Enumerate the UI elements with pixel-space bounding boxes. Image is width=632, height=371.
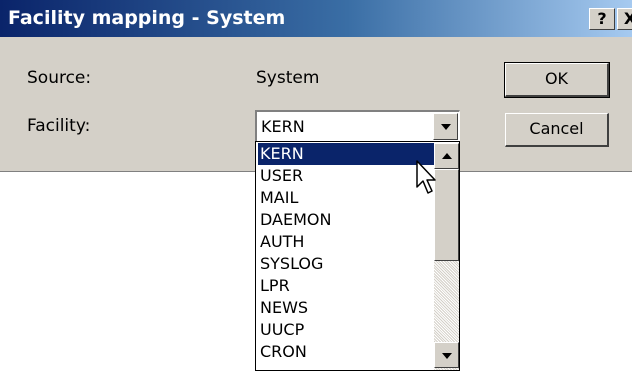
help-button[interactable]: ?: [589, 8, 615, 30]
chevron-down-icon: [441, 124, 451, 130]
list-item-kern[interactable]: KERN: [258, 143, 434, 165]
list-item-auth[interactable]: AUTH: [258, 231, 434, 253]
list-item-mail[interactable]: MAIL: [258, 187, 434, 209]
chevron-up-icon: [442, 153, 452, 159]
facility-combobox[interactable]: KERN: [255, 110, 460, 142]
list-item-news[interactable]: NEWS: [258, 297, 434, 319]
list-item-lpr[interactable]: LPR: [258, 275, 434, 297]
facility-combobox-value: KERN: [261, 117, 305, 136]
source-label: Source:: [27, 68, 92, 88]
list-item-user[interactable]: USER: [258, 165, 434, 187]
ok-button[interactable]: OK: [504, 62, 610, 98]
list-item-syslog[interactable]: SYSLOG: [258, 253, 434, 275]
cancel-button[interactable]: Cancel: [505, 113, 609, 147]
list-item-uucp[interactable]: UUCP: [258, 319, 434, 341]
chevron-down-icon: [442, 353, 452, 359]
facility-label: Facility:: [27, 116, 91, 136]
title-bar: Facility mapping - System ? X: [0, 0, 632, 37]
scroll-down-button[interactable]: [434, 342, 459, 368]
window-title: Facility mapping - System: [8, 7, 286, 29]
list-item-daemon[interactable]: DAEMON: [258, 209, 434, 231]
facility-dropdown-button[interactable]: [433, 113, 458, 140]
close-button[interactable]: X: [617, 8, 632, 30]
arrow-pointer-icon: [416, 160, 436, 194]
source-value: System: [256, 68, 320, 88]
